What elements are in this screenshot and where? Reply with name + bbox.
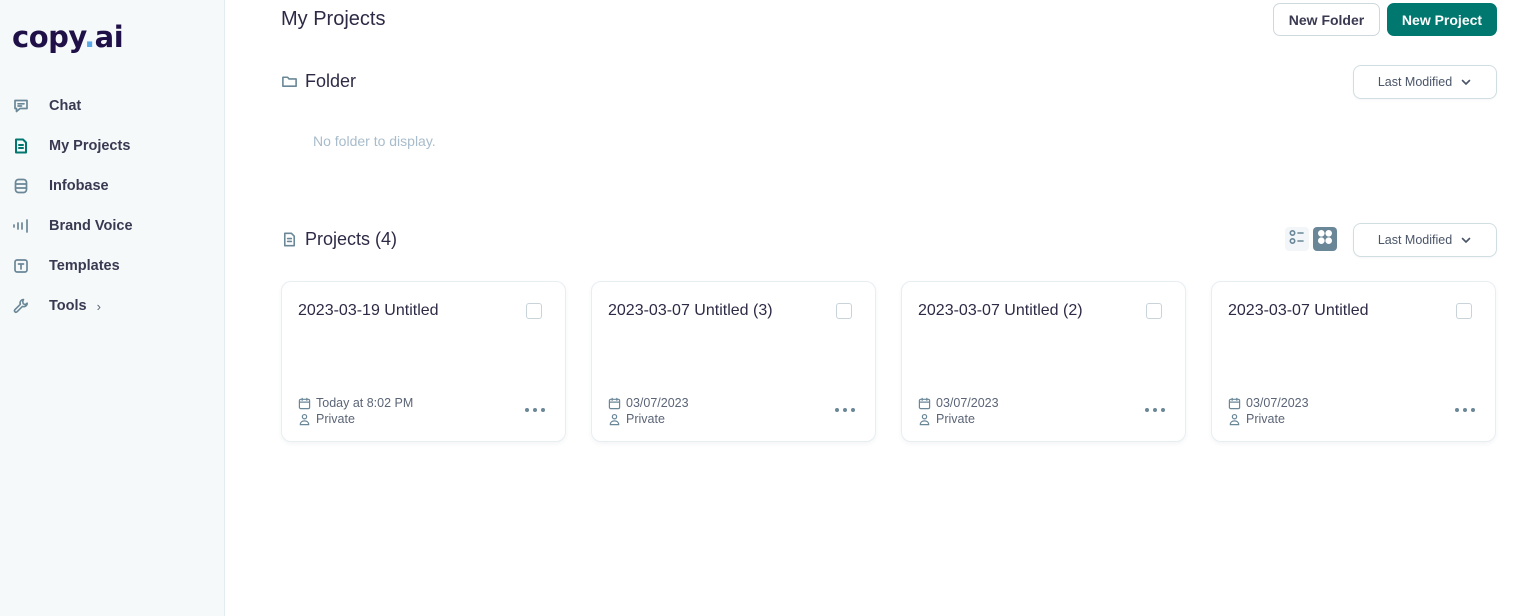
wrench-icon — [12, 297, 30, 315]
sort-dropdown-label: Last Modified — [1377, 233, 1453, 247]
sidebar-item-chat[interactable]: Chat — [0, 86, 224, 126]
project-select-checkbox[interactable] — [526, 303, 542, 319]
folder-sort-dropdown[interactable]: Last Modified — [1353, 65, 1497, 99]
project-card[interactable]: 2023-03-07 Untitled 03/07/2023 Private — [1211, 281, 1496, 442]
user-icon — [1228, 413, 1241, 426]
chat-icon — [12, 97, 30, 115]
project-select-checkbox[interactable] — [1146, 303, 1162, 319]
sidebar-item-label: My Projects — [49, 138, 131, 154]
logo-text-copy: copy — [12, 20, 85, 54]
project-meta: 03/07/2023 Private — [608, 395, 689, 427]
user-icon — [298, 413, 311, 426]
projects-section-header: Projects (4) — [281, 229, 397, 250]
project-date: 03/07/2023 — [936, 396, 999, 410]
project-card[interactable]: 2023-03-07 Untitled (3) 03/07/2023 Priva… — [591, 281, 876, 442]
project-visibility: Private — [316, 412, 355, 426]
grid-view-icon — [1316, 228, 1334, 251]
project-card[interactable]: 2023-03-07 Untitled (2) 03/07/2023 Priva… — [901, 281, 1186, 442]
sidebar-item-brand-voice[interactable]: Brand Voice — [0, 206, 224, 246]
project-visibility: Private — [626, 412, 665, 426]
project-date: 03/07/2023 — [1246, 396, 1309, 410]
sidebar-item-label: Templates — [49, 258, 120, 274]
chevron-down-icon — [1460, 76, 1472, 88]
sidebar-item-templates[interactable]: Templates — [0, 246, 224, 286]
list-view-icon — [1288, 228, 1306, 251]
app: copy.ai Chat My Projects Infobase Brand … — [0, 0, 1533, 616]
projects-sort-dropdown[interactable]: Last Modified — [1353, 223, 1497, 257]
sidebar-item-label: Brand Voice — [49, 218, 133, 234]
folder-section-title: Folder — [305, 71, 357, 91]
folder-icon — [281, 73, 299, 91]
chevron-right-icon: › — [96, 298, 101, 314]
project-title: 2023-03-19 Untitled — [298, 302, 439, 319]
project-date: 03/07/2023 — [626, 396, 689, 410]
user-icon — [918, 413, 931, 426]
template-icon — [12, 257, 30, 275]
sidebar-item-label: Infobase — [49, 178, 109, 194]
project-select-checkbox[interactable] — [1456, 303, 1472, 319]
project-meta: 03/07/2023 Private — [1228, 395, 1309, 427]
document-icon — [281, 231, 299, 249]
project-title: 2023-03-07 Untitled (3) — [608, 302, 773, 319]
sidebar: copy.ai Chat My Projects Infobase Brand … — [0, 0, 225, 616]
sort-dropdown-label: Last Modified — [1377, 75, 1453, 89]
sidebar-item-label: Tools — [49, 298, 87, 314]
project-cards-grid: 2023-03-19 Untitled Today at 8:02 PM Pri… — [281, 281, 1496, 442]
document-icon — [12, 137, 30, 155]
sidebar-item-label: Chat — [49, 98, 82, 114]
project-card[interactable]: 2023-03-19 Untitled Today at 8:02 PM Pri… — [281, 281, 566, 442]
project-title: 2023-03-07 Untitled (2) — [918, 302, 1083, 319]
chevron-down-icon — [1460, 234, 1472, 246]
logo-dot: . — [84, 20, 95, 54]
calendar-icon — [918, 397, 931, 410]
project-select-checkbox[interactable] — [836, 303, 852, 319]
more-options-icon[interactable] — [1455, 404, 1475, 416]
project-visibility: Private — [1246, 412, 1285, 426]
calendar-icon — [1228, 397, 1241, 410]
more-options-icon[interactable] — [1145, 404, 1165, 416]
grid-view-button[interactable] — [1313, 227, 1337, 251]
calendar-icon — [298, 397, 311, 410]
project-visibility: Private — [936, 412, 975, 426]
list-view-button[interactable] — [1285, 227, 1309, 251]
folder-section-header: Folder — [281, 71, 356, 92]
sidebar-nav: Chat My Projects Infobase Brand Voice Te… — [0, 86, 224, 326]
copy-ai-logo[interactable]: copy.ai — [12, 20, 124, 54]
project-date: Today at 8:02 PM — [316, 396, 414, 410]
new-project-button[interactable]: New Project — [1387, 3, 1497, 36]
main-content: My Projects New Folder New Project Folde… — [225, 0, 1533, 616]
projects-section-title: Projects (4) — [305, 229, 398, 249]
more-options-icon[interactable] — [525, 404, 545, 416]
database-icon — [12, 177, 30, 195]
project-meta: Today at 8:02 PM Private — [298, 395, 413, 427]
calendar-icon — [608, 397, 621, 410]
sidebar-item-infobase[interactable]: Infobase — [0, 166, 224, 206]
user-icon — [608, 413, 621, 426]
page-title: My Projects — [281, 8, 386, 30]
more-options-icon[interactable] — [835, 404, 855, 416]
project-title: 2023-03-07 Untitled — [1228, 302, 1369, 319]
empty-folder-message: No folder to display. — [313, 133, 436, 149]
sound-wave-icon — [12, 217, 30, 235]
logo-text-ai: ai — [94, 20, 124, 54]
sidebar-item-my-projects[interactable]: My Projects — [0, 126, 224, 166]
sidebar-item-tools[interactable]: Tools › — [0, 286, 224, 326]
new-folder-button[interactable]: New Folder — [1273, 3, 1380, 36]
project-meta: 03/07/2023 Private — [918, 395, 999, 427]
